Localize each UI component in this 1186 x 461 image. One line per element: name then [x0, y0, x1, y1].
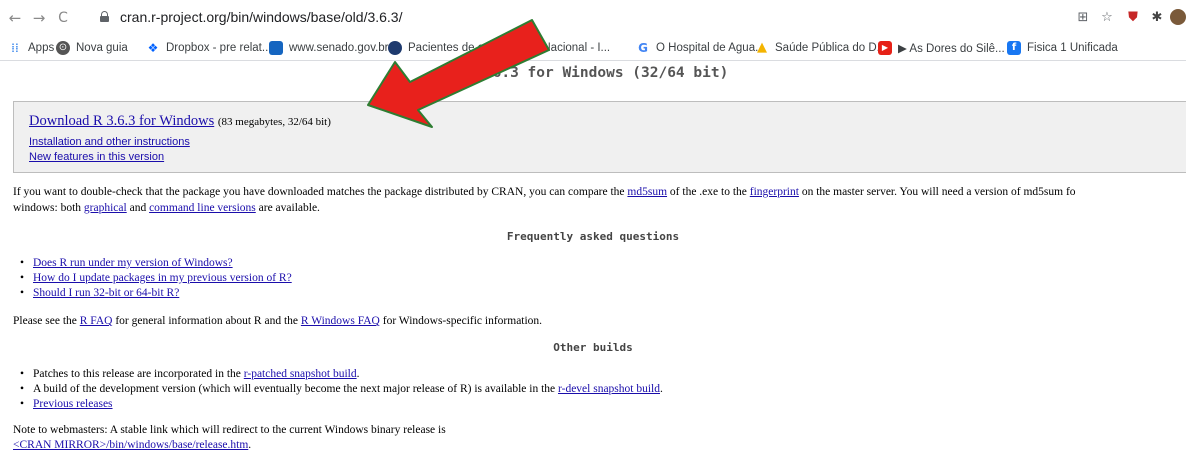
bookmark-label: www.senado.gov.br...: [289, 42, 398, 54]
download-box: Download R 3.6.3 for Windows (83 megabyt…: [13, 101, 1186, 173]
bookmark-senado[interactable]: www.senado.gov.br...: [269, 39, 397, 57]
bookmark-label: Pacientes de outros ...: [408, 42, 523, 54]
faq-update-packages-link[interactable]: How do I update packages in my previous …: [33, 272, 292, 284]
previous-releases-link[interactable]: Previous releases: [33, 398, 113, 410]
text: and: [126, 202, 150, 214]
profile-avatar-icon[interactable]: [1170, 9, 1186, 27]
bookmark-label: Nova guia: [76, 42, 128, 54]
faq-paragraph: Please see the R FAQ for general informa…: [13, 315, 542, 327]
text: .: [356, 368, 360, 380]
reload-icon[interactable]: C: [54, 9, 72, 27]
md5sum-link[interactable]: md5sum: [627, 186, 667, 198]
bookmark-label: ▶ As Dores do Silê...: [898, 43, 1005, 55]
address-bar[interactable]: cran.r-project.org/bin/windows/base/old/…: [96, 5, 1056, 31]
site-icon: [388, 41, 402, 55]
r-patched-link[interactable]: r-patched snapshot build: [244, 368, 357, 380]
text: If you want to double-check that the pac…: [13, 186, 628, 198]
other-builds-heading: Other builds: [553, 341, 633, 354]
youtube-icon: ▶: [878, 41, 892, 55]
text: for Windows-specific information.: [379, 315, 543, 327]
new-features-link[interactable]: New features in this version: [29, 151, 164, 163]
bookmark-label: rnal Nacional - I...: [520, 42, 611, 54]
download-line: Download R 3.6.3 for Windows (83 megabyt…: [29, 113, 331, 130]
r-windows-faq-link[interactable]: R Windows FAQ: [301, 315, 380, 327]
forward-arrow-icon[interactable]: →: [30, 9, 48, 27]
apps-grid-icon: ⁞⁞: [11, 41, 19, 55]
extensions-puzzle-icon[interactable]: ✱: [1148, 9, 1166, 27]
browser-toolbar: ← → C cran.r-project.org/bin/windows/bas…: [0, 0, 1186, 36]
download-r-link[interactable]: Download R 3.6.3 for Windows: [29, 113, 214, 129]
bookmark-jornal[interactable]: rnal Nacional - I...: [520, 39, 610, 57]
text: are available.: [255, 202, 320, 214]
text: .: [660, 383, 663, 395]
bookmark-dropbox[interactable]: ❖ Dropbox - pre relat...: [146, 39, 272, 57]
faq-item: How do I update packages in my previous …: [20, 272, 292, 284]
text: A build of the development version (whic…: [33, 383, 559, 395]
star-bookmark-icon[interactable]: ☆: [1098, 9, 1116, 27]
fingerprint-link[interactable]: fingerprint: [750, 186, 799, 198]
webmaster-note: Note to webmasters: A stable link which …: [13, 424, 446, 436]
google-icon: G: [638, 41, 648, 55]
other-build-item: Previous releases: [20, 398, 113, 410]
dropbox-icon: ❖: [147, 41, 159, 55]
text: Please see the: [13, 315, 80, 327]
md5-paragraph-line2: windows: both graphical and command line…: [13, 202, 320, 214]
lock-icon: [100, 11, 109, 22]
webmaster-link-line: <CRAN MIRROR>/bin/windows/base/release.h…: [13, 439, 251, 451]
bookmark-label: Fisica 1 Unificada: [1027, 42, 1118, 54]
bookmark-pacientes[interactable]: Pacientes de outros ...: [388, 39, 522, 57]
bookmark-youtube[interactable]: ▶ ▶ As Dores do Silê...: [878, 39, 1005, 57]
bookmark-saude[interactable]: ▲ Saúde Pública do D...: [755, 39, 886, 57]
command-line-versions-link[interactable]: command line versions: [149, 202, 256, 214]
text: of the .exe to the: [667, 186, 750, 198]
other-build-item: A build of the development version (whic…: [20, 383, 663, 395]
faq-windows-version-link[interactable]: Does R run under my version of Windows?: [33, 257, 233, 269]
r-faq-link[interactable]: R FAQ: [80, 315, 113, 327]
bookmark-label: Apps: [28, 42, 55, 54]
faq-heading: Frequently asked questions: [506, 230, 680, 243]
bookmark-hospital[interactable]: G O Hospital de Agua...: [636, 39, 765, 57]
page-title: R-3.6.3 for Windows (32/64 bit): [457, 65, 729, 81]
faq-32-64-bit-link[interactable]: Should I run 32-bit or 64-bit R?: [33, 287, 179, 299]
text: windows: both: [13, 202, 84, 214]
shield-extension-icon[interactable]: ⛊: [1124, 9, 1142, 27]
text: on the master server. You will need a ve…: [798, 186, 1076, 198]
text: .: [248, 439, 252, 451]
bookmark-label: Dropbox - pre relat...: [166, 42, 272, 54]
bookmark-label: Saúde Pública do D...: [775, 42, 887, 54]
bookmark-facebook[interactable]: f Fisica 1 Unificada: [1007, 39, 1118, 57]
chrome-icon: ⊙: [56, 41, 70, 55]
text: for general information about R and the: [112, 315, 301, 327]
url-text[interactable]: cran.r-project.org/bin/windows/base/old/…: [120, 9, 402, 25]
md5-paragraph-line1: If you want to double-check that the pac…: [13, 186, 1076, 198]
bookmarks-bar: ⁞⁞ Apps ⊙ Nova guia ❖ Dropbox - pre relat..…: [0, 36, 1186, 61]
text: Patches to this release are incorporated…: [33, 368, 244, 380]
translate-icon[interactable]: ⊞: [1074, 9, 1092, 27]
bookmark-nova-guia[interactable]: ⊙ Nova guia: [56, 39, 128, 57]
r-devel-link[interactable]: r-devel snapshot build: [558, 383, 660, 395]
installation-instructions-link[interactable]: Installation and other instructions: [29, 136, 190, 148]
faq-item: Does R run under my version of Windows?: [20, 257, 233, 269]
release-htm-link[interactable]: <CRAN MIRROR>/bin/windows/base/release.h…: [13, 439, 248, 451]
faq-item: Should I run 32-bit or 64-bit R?: [20, 287, 179, 299]
facebook-icon: f: [1007, 41, 1021, 55]
google-drive-icon: ▲: [757, 40, 767, 55]
graphical-link[interactable]: graphical: [84, 202, 127, 214]
download-size: (83 megabytes, 32/64 bit): [217, 116, 331, 128]
other-build-item: Patches to this release are incorporated…: [20, 368, 359, 380]
bookmark-apps[interactable]: ⁞⁞ Apps: [8, 39, 54, 57]
senado-icon: [269, 41, 283, 55]
back-arrow-icon[interactable]: ←: [6, 9, 24, 27]
bookmark-label: O Hospital de Agua...: [656, 42, 765, 54]
